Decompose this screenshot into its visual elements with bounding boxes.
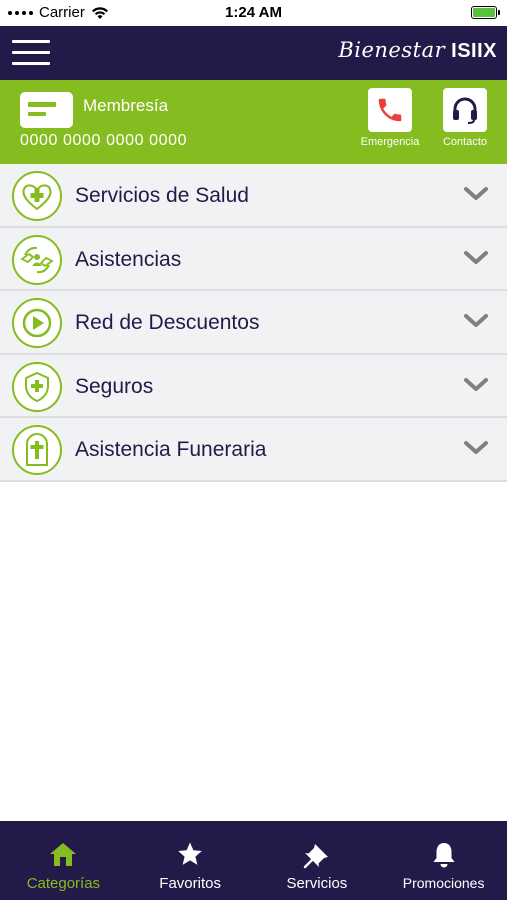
category-list: Servicios de Salud Asistencias Red de De… (0, 164, 507, 482)
tab-favoritos[interactable]: Favoritos (127, 821, 254, 900)
category-icon-circle (12, 361, 62, 412)
chevron-down-icon[interactable] (463, 375, 489, 395)
chevron-down-icon[interactable] (463, 248, 489, 268)
app-header: Bienestar ISIIX (0, 26, 507, 80)
chevron-down-icon[interactable] (463, 438, 489, 458)
shield-cross-icon (25, 371, 49, 402)
tab-label: Servicios (286, 875, 348, 892)
helping-hands-icon (20, 246, 54, 273)
emergency-button[interactable]: Emergencia (355, 88, 425, 148)
category-label: Servicios de Salud (75, 184, 249, 207)
battery-icon (471, 6, 500, 19)
headset-icon (453, 97, 477, 124)
contact-label: Contacto (442, 136, 488, 148)
category-row-seguros[interactable]: Seguros (0, 354, 507, 418)
brand-logo: Bienestar ISIIX (338, 38, 497, 63)
emergency-label: Emergencia (360, 136, 420, 148)
tab-label: Favoritos (159, 875, 221, 892)
category-label: Red de Descuentos (75, 311, 260, 334)
bell-icon (433, 843, 455, 868)
tab-label: Categorías (26, 875, 101, 892)
category-row-asistencias[interactable]: Asistencias (0, 227, 507, 291)
chevron-down-icon[interactable] (463, 184, 489, 204)
membership-number: 0000 0000 0000 0000 (20, 132, 188, 149)
hamburger-icon[interactable] (12, 40, 50, 66)
status-bar: Carrier 1:24 AM (0, 0, 507, 26)
play-icon (22, 308, 52, 338)
category-icon-circle (12, 171, 62, 221)
category-row-servicios-de-salud[interactable]: Servicios de Salud (0, 164, 507, 228)
category-icon-circle (12, 425, 62, 475)
phone-icon (378, 98, 402, 122)
home-icon (50, 843, 77, 866)
brand-wordmark: ISIIX (451, 40, 497, 62)
brand-script: Bienestar (338, 38, 446, 62)
category-row-asistencia-funeraria[interactable]: Asistencia Funeraria (0, 418, 507, 482)
category-label: Seguros (75, 374, 154, 398)
category-label: Asistencias (75, 247, 182, 271)
tomb-cross-icon (26, 433, 48, 466)
membership-title: Membresía (83, 96, 169, 115)
category-icon-circle (12, 298, 62, 348)
category-row-red-de-descuentos[interactable]: Red de Descuentos (0, 291, 507, 355)
status-time: 1:24 AM (225, 4, 282, 21)
contact-button[interactable]: Contacto (430, 88, 500, 148)
heart-cross-icon (22, 184, 52, 211)
pin-icon (303, 844, 328, 869)
star-icon (178, 842, 202, 865)
membership-banner: Membresía 0000 0000 0000 0000 Emergencia… (0, 80, 507, 164)
bottom-tab-bar: Categorías Favoritos Servicios Promocion… (0, 821, 507, 900)
tab-servicios[interactable]: Servicios (254, 821, 381, 900)
chevron-down-icon[interactable] (463, 311, 489, 331)
tab-promociones[interactable]: Promociones (380, 821, 507, 900)
category-icon-circle (12, 234, 62, 285)
card-icon (20, 92, 73, 128)
category-label: Asistencia Funeraria (75, 438, 267, 461)
tab-label: Promociones (402, 875, 485, 891)
tab-categorias[interactable]: Categorías (0, 821, 127, 900)
